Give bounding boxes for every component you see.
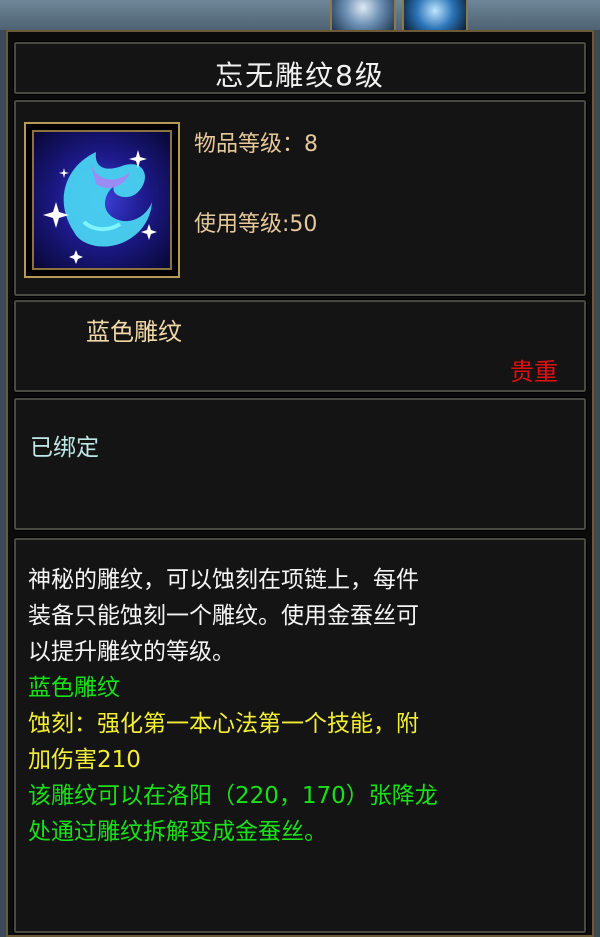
binding-section: 已绑定 <box>13 397 587 531</box>
blue-engraving-icon <box>32 130 172 270</box>
disassemble-line: 该雕纹可以在洛阳（220，170）张降龙 <box>28 783 438 809</box>
item-icon-frame <box>24 122 180 278</box>
description-line: 神秘的雕纹，可以蚀刻在项链上，每件 <box>28 567 419 593</box>
effect-line: 加伤害210 <box>28 747 141 773</box>
quality-label: 蓝色雕纹 <box>86 318 182 346</box>
description-line: 装备只能蚀刻一个雕纹。使用金蚕丝可 <box>28 603 419 629</box>
game-background <box>0 0 600 32</box>
effect-line: 蚀刻：强化第一本心法第一个技能，附 <box>28 711 419 737</box>
item-info-section: 物品等级：8 使用等级:50 <box>13 99 587 297</box>
description-line: 以提升雕纹的等级。 <box>28 639 235 665</box>
item-level: 物品等级：8 <box>194 132 318 157</box>
use-level: 使用等级:50 <box>194 212 318 237</box>
description-text: 神秘的雕纹，可以蚀刻在项链上，每件 装备只能蚀刻一个雕纹。使用金蚕丝可 以提升雕… <box>28 562 576 850</box>
frost-skill-icon[interactable] <box>330 0 396 32</box>
quality-section: 蓝色雕纹 贵重 <box>13 299 587 393</box>
title-bar: 忘无雕纹8级 <box>13 41 587 95</box>
description-section: 神秘的雕纹，可以蚀刻在项链上，每件 装备只能蚀刻一个雕纹。使用金蚕丝可 以提升雕… <box>13 537 587 934</box>
item-title: 忘无雕纹8级 <box>215 59 385 92</box>
disassemble-line: 处通过雕纹拆解变成金蚕丝。 <box>28 819 327 845</box>
effect-title: 蓝色雕纹 <box>28 675 120 701</box>
item-tooltip: 忘无雕纹8级 物品等级：8 使用等级:50 蓝色雕纹 贵重 已绑定 神秘的雕纹，… <box>6 30 594 937</box>
binding-status: 已绑定 <box>30 435 99 461</box>
rarity-label: 贵重 <box>510 358 558 386</box>
water-skill-icon[interactable] <box>402 0 468 32</box>
